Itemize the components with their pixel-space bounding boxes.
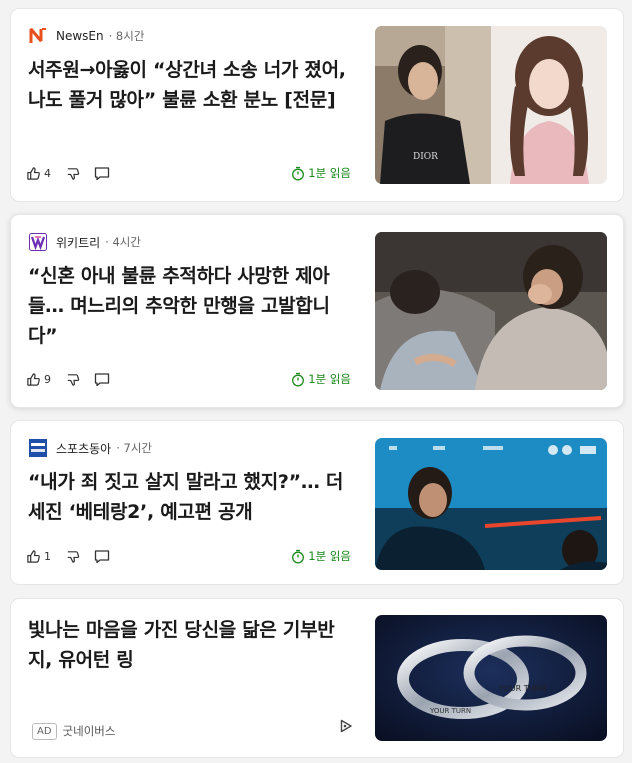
source-name[interactable]: NewsEn [56, 29, 104, 43]
source-row: 스포츠동아 · 7시간 [28, 439, 152, 457]
like-button[interactable]: 9 [26, 372, 51, 387]
dislike-button[interactable] [65, 372, 80, 387]
headline-link[interactable]: “내가 죄 짓고 살지 말라고 했지?”… 더 세진 ‘베테랑2’, 예고편 공… [28, 467, 353, 527]
read-time-label: 1분 읽음 [308, 166, 351, 180]
read-time: 1분 읽음 [291, 547, 351, 565]
read-time-label: 1분 읽음 [308, 372, 351, 386]
timer-icon [292, 549, 305, 563]
reaction-bar: 4 [26, 164, 124, 182]
ad-thumbnail[interactable]: YOUR TURN YOUR TURN [375, 615, 607, 741]
comment-button[interactable] [94, 549, 110, 564]
reaction-bar: 1 [26, 547, 124, 565]
adchoices-icon [340, 719, 352, 733]
ad-card[interactable]: 빛나는 마음을 가진 당신을 닮은 기부반지, 유어턴 링 YOUR TURN … [10, 598, 624, 758]
thumbs-up-icon [27, 166, 40, 180]
read-time: 1분 읽음 [291, 164, 351, 182]
source-row: 위키트리 · 4시간 [28, 233, 141, 251]
like-count: 1 [44, 549, 51, 563]
reaction-bar: 9 [26, 370, 124, 388]
news-card[interactable]: 스포츠동아 · 7시간 “내가 죄 짓고 살지 말라고 했지?”… 더 세진 ‘… [10, 420, 624, 585]
comment-button[interactable] [94, 166, 110, 181]
comment-icon [94, 166, 110, 180]
news-card[interactable]: 위키트리 · 4시간 “신혼 아내 불륜 추적하다 사망한 제아들… 며느리의 … [10, 214, 624, 408]
source-name[interactable]: 스포츠동아 [56, 440, 111, 457]
newsen-logo-icon [28, 27, 48, 45]
article-thumbnail[interactable] [375, 438, 607, 570]
thumbs-down-icon [67, 550, 80, 563]
dislike-button[interactable] [65, 549, 80, 564]
wikitree-logo-icon [28, 233, 48, 251]
comment-button[interactable] [94, 372, 110, 387]
publish-time: · 4시간 [105, 235, 141, 249]
thumbs-up-icon [27, 372, 40, 386]
sports-donga-logo-icon [28, 439, 48, 457]
like-count: 4 [44, 166, 51, 180]
comment-icon [94, 372, 110, 386]
ad-footer: AD 굿네이버스 [32, 722, 115, 740]
headline-link[interactable]: “신혼 아내 불륜 추적하다 사망한 제아들… 며느리의 추악한 만행을 고발합… [28, 261, 353, 351]
timer-icon [292, 372, 305, 386]
ring-engraving: YOUR TURN [498, 684, 546, 693]
thumbs-down-icon [67, 167, 80, 180]
thumbs-down-icon [67, 373, 80, 386]
adchoices-button[interactable] [339, 718, 353, 737]
like-button[interactable]: 4 [26, 166, 51, 181]
timer-icon [292, 166, 305, 180]
thumbs-up-icon [27, 549, 40, 563]
comment-icon [94, 549, 110, 563]
ring-engraving-lower: YOUR TURN [429, 707, 471, 715]
ad-badge: AD [32, 722, 57, 740]
read-time-label: 1분 읽음 [308, 549, 351, 563]
like-button[interactable]: 1 [26, 549, 51, 564]
svg-text:DIOR: DIOR [413, 152, 438, 162]
read-time: 1분 읽음 [291, 370, 351, 388]
news-card[interactable]: NewsEn · 8시간 서주원→아옳이 “상간녀 소송 너가 졌어, 나도 풀… [10, 8, 624, 202]
publish-time: · 7시간 [116, 441, 152, 455]
headline-link[interactable]: 서주원→아옳이 “상간녀 소송 너가 졌어, 나도 풀거 많아” 불륜 소환 분… [28, 55, 353, 115]
like-count: 9 [44, 372, 51, 386]
source-row: NewsEn · 8시간 [28, 27, 144, 45]
ad-headline-link[interactable]: 빛나는 마음을 가진 당신을 닮은 기부반지, 유어턴 링 [28, 615, 353, 675]
dislike-button[interactable] [65, 166, 80, 181]
source-name[interactable]: 위키트리 [56, 234, 100, 251]
article-thumbnail[interactable]: DIOR [375, 26, 607, 184]
publish-time: · 8시간 [108, 29, 145, 43]
advertiser-name[interactable]: 굿네이버스 [63, 723, 116, 739]
article-thumbnail[interactable] [375, 232, 607, 390]
